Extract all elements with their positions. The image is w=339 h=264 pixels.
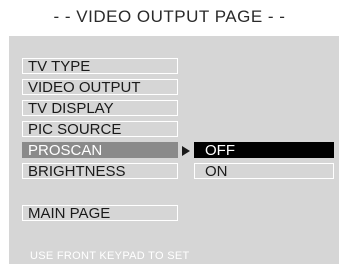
menu-item-pic-source[interactable]: PIC SOURCE bbox=[22, 121, 178, 137]
menu-item-tv-type[interactable]: TV TYPE bbox=[22, 58, 178, 74]
osd-screen: TV TYPE VIDEO OUTPUT TV DISPLAY PIC SOUR… bbox=[9, 34, 339, 264]
menu-item-brightness[interactable]: BRIGHTNESS bbox=[22, 163, 178, 179]
menu-item-tv-display[interactable]: TV DISPLAY bbox=[22, 100, 178, 116]
footer-hint: USE FRONT KEYPAD TO SET bbox=[30, 250, 190, 262]
option-off[interactable]: OFF bbox=[194, 142, 334, 158]
page-title: - - VIDEO OUTPUT PAGE - - bbox=[0, 0, 339, 34]
option-on[interactable]: ON bbox=[194, 163, 334, 179]
main-page-button[interactable]: MAIN PAGE bbox=[22, 205, 178, 221]
divider bbox=[9, 34, 339, 36]
menu-item-video-output[interactable]: VIDEO OUTPUT bbox=[22, 79, 178, 95]
menu-item-proscan[interactable]: PROSCAN bbox=[22, 142, 178, 158]
arrow-right-icon bbox=[182, 146, 190, 156]
